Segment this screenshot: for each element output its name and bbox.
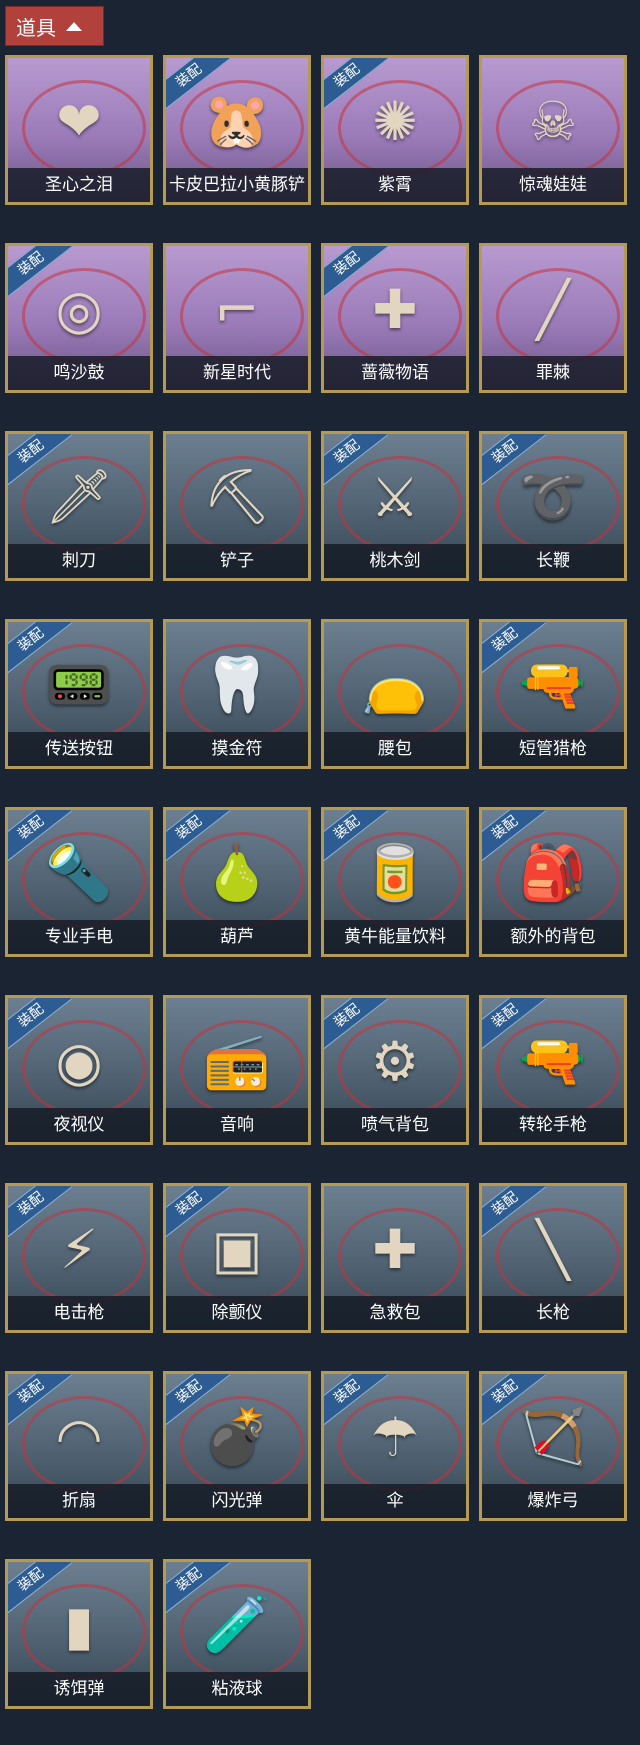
item-label: 长枪: [482, 1296, 624, 1330]
first-aid-icon: ✚: [372, 1217, 418, 1281]
item-card[interactable]: 💣 装配 闪光弹: [163, 1371, 311, 1521]
item-card[interactable]: ❤ 圣心之泪: [5, 55, 153, 205]
item-card[interactable]: 👝 腰包: [321, 619, 469, 769]
item-card[interactable]: ▣ 装配 除颤仪: [163, 1183, 311, 1333]
item-card[interactable]: 🍐 装配 葫芦: [163, 807, 311, 957]
item-card[interactable]: 🔦 装配 专业手电: [5, 807, 153, 957]
item-card[interactable]: 🐹 装配 卡皮巴拉小黄豚铲: [163, 55, 311, 205]
item-label: 鸣沙鼓: [8, 356, 150, 390]
item-card[interactable]: ◠ 装配 折扇: [5, 1371, 153, 1521]
item-label: 夜视仪: [8, 1108, 150, 1142]
scepter-icon: ❤: [56, 89, 102, 153]
doll-icon: ☠: [528, 89, 578, 153]
item-label: 音响: [166, 1108, 308, 1142]
shovel-icon: ⛏: [202, 465, 272, 528]
item-label: 短管猎枪: [482, 732, 624, 766]
item-label: 紫霄: [324, 168, 466, 202]
item-label: 新星时代: [166, 356, 308, 390]
item-card[interactable]: 🔫 装配 短管猎枪: [479, 619, 627, 769]
item-label: 诱饵弹: [8, 1672, 150, 1706]
item-card[interactable]: ✚ 急救包: [321, 1183, 469, 1333]
item-label: 桃木剑: [324, 544, 466, 578]
item-card[interactable]: ⌐ 新星时代: [163, 243, 311, 393]
item-card[interactable]: 🗡 装配 刺刀: [5, 431, 153, 581]
item-card[interactable]: ⚔ 装配 桃木剑: [321, 431, 469, 581]
item-label: 长鞭: [482, 544, 624, 578]
item-card[interactable]: ╲ 装配 长枪: [479, 1183, 627, 1333]
item-label: 折扇: [8, 1484, 150, 1518]
item-card[interactable]: 🥫 装配 黄牛能量饮料: [321, 807, 469, 957]
item-label: 摸金符: [166, 732, 308, 766]
item-card[interactable]: ☠ 惊魂娃娃: [479, 55, 627, 205]
item-card[interactable]: ⚡ 装配 电击枪: [5, 1183, 153, 1333]
category-title: 道具: [16, 15, 56, 40]
waist-bag-icon: 👝: [361, 653, 429, 716]
item-label: 惊魂娃娃: [482, 168, 624, 202]
item-label: 急救包: [324, 1296, 466, 1330]
item-label: 转轮手枪: [482, 1108, 624, 1142]
item-card[interactable]: 🔫 装配 转轮手枪: [479, 995, 627, 1145]
item-card[interactable]: ⛏ 铲子: [163, 431, 311, 581]
item-label: 伞: [324, 1484, 466, 1518]
item-card[interactable]: ◉ 装配 夜视仪: [5, 995, 153, 1145]
item-card[interactable]: 🧪 装配 粘液球: [163, 1559, 311, 1709]
revolver-icon: ⌐: [214, 277, 260, 341]
item-label: 额外的背包: [482, 920, 624, 954]
item-card[interactable]: 📟 装配 传送按钮: [5, 619, 153, 769]
item-label: 铲子: [166, 544, 308, 578]
spear-icon: ╱: [536, 277, 570, 341]
item-card[interactable]: ➰ 装配 长鞭: [479, 431, 627, 581]
item-label: 罪棘: [482, 356, 624, 390]
item-label: 刺刀: [8, 544, 150, 578]
item-card[interactable]: ▮ 装配 诱饵弹: [5, 1559, 153, 1709]
item-label: 传送按钮: [8, 732, 150, 766]
category-tab-items[interactable]: 道具: [5, 6, 104, 46]
item-card[interactable]: ☂ 装配伞: [321, 1371, 469, 1521]
item-label: 喷气背包: [324, 1108, 466, 1142]
item-label: 电击枪: [8, 1296, 150, 1330]
item-label: 黄牛能量饮料: [324, 920, 466, 954]
item-label: 爆炸弓: [482, 1484, 624, 1518]
item-card[interactable]: ╱ 罪棘: [479, 243, 627, 393]
item-label: 闪光弹: [166, 1484, 308, 1518]
item-label: 葫芦: [166, 920, 308, 954]
item-card[interactable]: 🎒 装配 额外的背包: [479, 807, 627, 957]
item-label: 粘液球: [166, 1672, 308, 1706]
item-card[interactable]: ◎ 装配 鸣沙鼓: [5, 243, 153, 393]
item-card[interactable]: 🏹 装配 爆炸弓: [479, 1371, 627, 1521]
item-card[interactable]: ✺ 装配 紫霄: [321, 55, 469, 205]
item-label: 专业手电: [8, 920, 150, 954]
items-grid: ❤ 圣心之泪 🐹 装配 卡皮巴拉小黄豚铲 ✺ 装配 紫霄 ☠ 惊魂娃娃 ◎ 装配 鸣沙鼓 ⌐ 新星时代 ✚ 装配…: [5, 55, 635, 1709]
chevron-up-icon[interactable]: [66, 21, 82, 31]
radio-icon: 📻: [203, 1029, 271, 1092]
talisman-icon: 🦷: [203, 653, 271, 716]
item-label: 腰包: [324, 732, 466, 766]
item-label: 圣心之泪: [8, 168, 150, 202]
items-panel: 道具 ❤ 圣心之泪 🐹 装配 卡皮巴拉小黄豚铲 ✺ 装配 紫霄 ☠ 惊魂娃娃 ◎ 装配 鸣沙鼓 ⌐ 新星时代…: [0, 0, 640, 1745]
item-label: 卡皮巴拉小黄豚铲: [166, 168, 308, 202]
item-label: 蔷薇物语: [324, 356, 466, 390]
item-card[interactable]: 📻 音响: [163, 995, 311, 1145]
item-label: 除颤仪: [166, 1296, 308, 1330]
item-card[interactable]: ✚ 装配 蔷薇物语: [321, 243, 469, 393]
item-card[interactable]: 🦷 摸金符: [163, 619, 311, 769]
item-card[interactable]: ⚙ 装配 喷气背包: [321, 995, 469, 1145]
